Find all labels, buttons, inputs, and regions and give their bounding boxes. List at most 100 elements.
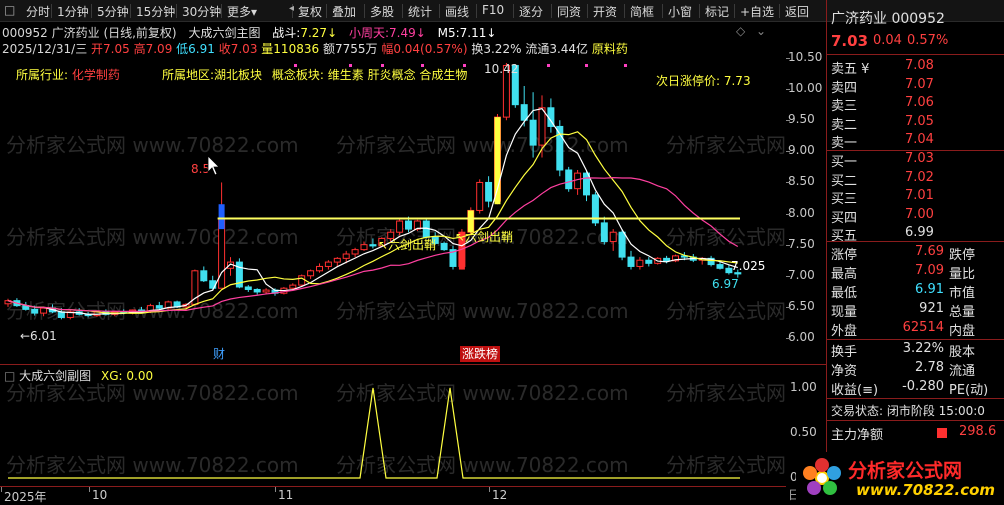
candle-body[interactable] xyxy=(600,222,608,243)
candle-body[interactable] xyxy=(440,242,448,251)
axis-tick xyxy=(786,338,790,339)
candle-body[interactable] xyxy=(529,119,537,146)
stock-title: 000952 广济药业 (日线,前复权) xyxy=(2,26,177,40)
stat-label: 最低 xyxy=(831,286,858,301)
toolbar-separator xyxy=(476,4,477,18)
toolbar-多股[interactable]: 多股 xyxy=(370,3,394,20)
toolbar-1分钟[interactable]: 1分钟 xyxy=(57,3,89,20)
candle-body[interactable] xyxy=(636,259,644,267)
toolbar-标记[interactable]: 标记 xyxy=(705,3,729,20)
bid-price[interactable]: 6.99 xyxy=(905,225,934,240)
toolbar-separator xyxy=(439,4,440,18)
candle-body[interactable] xyxy=(155,305,163,309)
toolbar-复权[interactable]: 复权 xyxy=(298,3,322,20)
bid-price[interactable]: 7.01 xyxy=(905,188,934,203)
toolbar-画线[interactable]: 画线 xyxy=(445,3,469,20)
toolbar-逐分[interactable]: 逐分 xyxy=(519,3,543,20)
candle-body[interactable] xyxy=(405,220,412,230)
toolbar-left-arrow-icon[interactable]: ◂ xyxy=(289,3,294,14)
net-inflow-bar xyxy=(937,428,947,438)
bid-price[interactable]: 7.02 xyxy=(905,170,934,185)
stat-value: 3.22% xyxy=(902,341,944,356)
candle-body[interactable] xyxy=(324,261,332,267)
toolbar-简框[interactable]: 简框 xyxy=(630,3,654,20)
candle-body[interactable] xyxy=(609,231,617,243)
stat-label: 最高 xyxy=(831,267,858,282)
last-ma-label: 7.025 xyxy=(731,259,765,273)
info-low: 低6.91 xyxy=(176,42,215,56)
toolbar-30分钟[interactable]: 30分钟 xyxy=(182,3,221,20)
toolbar-menu-icon[interactable]: □ xyxy=(4,3,15,17)
candle-body[interactable] xyxy=(31,308,39,314)
candle-body[interactable] xyxy=(369,244,377,247)
toolbar-叠加[interactable]: 叠加 xyxy=(332,3,356,20)
toolbar-+自选[interactable]: +自选 xyxy=(740,3,774,20)
bid-price[interactable]: 7.00 xyxy=(905,207,934,222)
candle-body[interactable] xyxy=(351,249,359,255)
toolbar-separator xyxy=(91,4,92,18)
toolbar-更多[interactable]: 更多▾ xyxy=(227,3,257,20)
toolbar-15分钟[interactable]: 15分钟 xyxy=(136,3,175,20)
candle-body[interactable] xyxy=(485,181,493,202)
candle-body[interactable] xyxy=(253,288,261,293)
toolbar-小窗[interactable]: 小窗 xyxy=(668,3,692,20)
candle-body[interactable] xyxy=(244,286,252,290)
candle-body[interactable] xyxy=(262,289,270,293)
ask-price[interactable]: 7.05 xyxy=(905,114,934,129)
top-marker-dot xyxy=(624,64,627,67)
candle-body[interactable] xyxy=(342,253,350,259)
time-axis-label: 2025年 xyxy=(4,490,47,504)
toolbar-分时[interactable]: 分时 xyxy=(26,3,50,20)
candle-body[interactable] xyxy=(289,284,297,289)
candle-body[interactable] xyxy=(316,265,323,272)
info-date: 2025/12/31/三 xyxy=(2,42,88,56)
candle-body[interactable] xyxy=(307,270,315,277)
ask-price[interactable]: 7.08 xyxy=(905,58,934,73)
chart-collapse-icon[interactable]: ⌄ xyxy=(756,24,766,38)
candle-body[interactable] xyxy=(627,256,635,267)
stat-label: 现量 xyxy=(831,305,858,320)
candle-body[interactable] xyxy=(645,259,653,264)
stat-value: -0.280 xyxy=(902,379,944,394)
toolbar-返回[interactable]: 返回 xyxy=(785,3,809,20)
pane-divider[interactable] xyxy=(0,364,826,365)
candle-body[interactable] xyxy=(538,107,546,146)
candle-body[interactable] xyxy=(298,275,306,286)
toolbar-separator xyxy=(587,4,588,18)
toolbar-同资[interactable]: 同资 xyxy=(557,3,581,20)
indicator-name[interactable]: 大成六剑主图 xyxy=(188,26,260,40)
xiaozhoutian-value: 7.49 xyxy=(389,26,416,40)
candle-body[interactable] xyxy=(40,307,48,314)
toolbar-separator xyxy=(734,4,735,18)
chart-settings-icon[interactable]: ◇ xyxy=(736,24,745,38)
toolbar-5分钟[interactable]: 5分钟 xyxy=(97,3,129,20)
watermark-text: 分析家公式网 www.70822.com xyxy=(666,133,786,157)
stat-label: 涨停 xyxy=(831,248,858,263)
candle-body[interactable] xyxy=(663,257,671,262)
candle-body[interactable] xyxy=(396,220,404,233)
watermark-text: 分析家公式网 www.70822.com xyxy=(666,299,786,323)
ask-price[interactable]: 7.04 xyxy=(905,132,934,147)
candle-body[interactable] xyxy=(565,169,573,190)
toolbar-统计[interactable]: 统计 xyxy=(408,3,432,20)
ask-price[interactable]: 7.07 xyxy=(905,77,934,92)
candle-body[interactable] xyxy=(360,244,368,251)
toolbar-F10[interactable]: F10 xyxy=(482,3,504,17)
candle-body[interactable] xyxy=(618,231,626,258)
candle-body[interactable] xyxy=(333,257,341,263)
candle-body[interactable] xyxy=(520,104,528,121)
candle-body[interactable] xyxy=(716,264,724,269)
info-amp: 幅0.04(0.57%) xyxy=(381,42,468,56)
bid-price[interactable]: 7.03 xyxy=(905,151,934,166)
toolbar-separator xyxy=(662,4,663,18)
sub-indicator-chart[interactable]: 分析家公式网 www.70822.com 分析家公式网 www.70822.com… xyxy=(0,366,786,486)
candle-body[interactable] xyxy=(200,270,208,282)
info-sector: 原料药 xyxy=(591,42,628,56)
toolbar-开资[interactable]: 开资 xyxy=(593,3,617,20)
toolbar-separator xyxy=(130,4,131,18)
ask-price[interactable]: 7.06 xyxy=(905,95,934,110)
main-kline-chart[interactable]: 分析家公式网 www.70822.com 分析家公式网 www.70822.com… xyxy=(0,56,786,364)
candle-body[interactable] xyxy=(476,181,484,211)
price-axis-label: 9.00 xyxy=(788,143,815,158)
candle-body[interactable] xyxy=(574,172,582,190)
